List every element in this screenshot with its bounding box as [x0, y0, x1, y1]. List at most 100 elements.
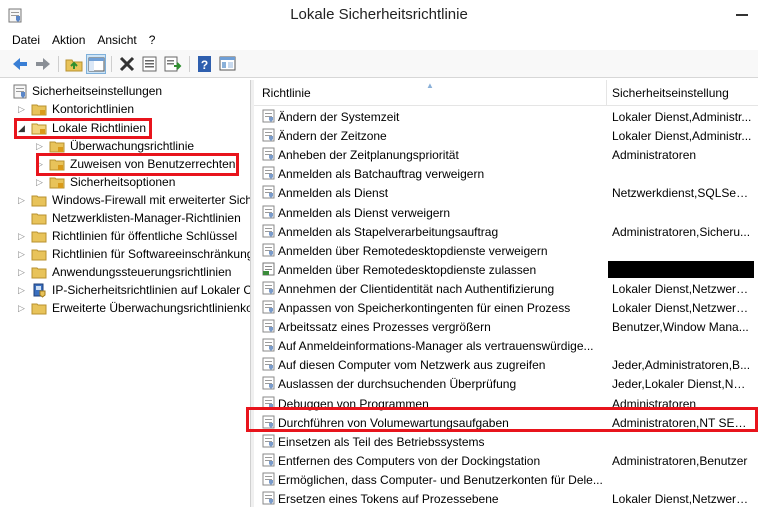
- minimize-icon[interactable]: [727, 4, 755, 24]
- policy-row[interactable]: Auf Anmeldeinformations-Manager als vert…: [254, 336, 758, 355]
- policy-name: Debuggen von Programmen: [278, 397, 429, 411]
- policy-row[interactable]: Anheben der Zeitplanungspriorität Adminis…: [254, 145, 758, 164]
- tree-item-ip-sicherheit[interactable]: ▷ IP-Sicherheitsrichtlinien auf Lokaler …: [0, 281, 250, 299]
- folder-icon: [31, 246, 47, 262]
- policy-name: Ersetzen eines Tokens auf Prozessebene: [278, 492, 499, 506]
- folder-open-lock-icon: [31, 120, 47, 136]
- policy-row[interactable]: Anpassen von Speicherkontingenten für ei…: [254, 298, 758, 317]
- policy-row[interactable]: Entfernen des Computers von der Dockings…: [254, 451, 758, 470]
- policy-row[interactable]: Anmelden über Remotedesktopdienste zulas…: [254, 260, 758, 279]
- tree-item-lokale-richtlinien[interactable]: ◢ Lokale Richtlinien: [0, 119, 250, 137]
- policy-name: Anmelden als Stapelverarbeitungsauftrag: [278, 225, 499, 239]
- tree-item-label: Richtlinien für öffentliche Schlüssel: [52, 229, 238, 243]
- column-header-sicherheitseinstellung[interactable]: Sicherheitseinstellung: [612, 86, 729, 100]
- policy-row[interactable]: Auf diesen Computer vom Netzwerk aus zug…: [254, 355, 758, 374]
- policy-setting: Administratoren,Sicheru...: [612, 225, 751, 239]
- title-bar: Lokale Sicherheitsrichtlinie: [0, 0, 758, 30]
- policy-icon: [262, 472, 276, 486]
- back-arrow-icon[interactable]: [10, 54, 30, 74]
- tree-item-ueberwachungsrichtlinie[interactable]: ▷ Überwachungsrichtlinie: [0, 137, 250, 155]
- menu-ansicht[interactable]: Ansicht: [91, 30, 142, 50]
- policy-name: Auf diesen Computer vom Netzwerk aus zug…: [278, 358, 546, 372]
- show-hide-tree-icon[interactable]: [86, 54, 106, 74]
- policy-setting: Lokaler Dienst,Netzwerk...: [612, 301, 752, 315]
- column-divider[interactable]: [606, 80, 607, 106]
- tree-item-label: Kontorichtlinien: [52, 102, 135, 116]
- tree-pane: Sicherheitseinstellungen ▷ Kontorichtlin…: [0, 80, 251, 507]
- expand-arrow-icon[interactable]: ▷: [36, 141, 45, 151]
- policy-icon: [262, 166, 276, 180]
- forward-arrow-icon[interactable]: [33, 54, 53, 74]
- tree-item-kontorichtlinien[interactable]: ▷ Kontorichtlinien: [0, 100, 250, 118]
- policy-name: Auslassen der durchsuchenden Überprüfung: [278, 377, 517, 391]
- expand-arrow-icon[interactable]: ▷: [18, 195, 27, 205]
- expand-arrow-icon[interactable]: ▷: [36, 177, 45, 187]
- expand-arrow-icon[interactable]: ▷: [18, 285, 27, 295]
- tree-item-windows-firewall[interactable]: ▷ Windows-Firewall mit erweiterter Sich: [0, 191, 250, 209]
- folder-icon: [31, 300, 47, 316]
- folder-icon: [31, 192, 47, 208]
- collapse-arrow-icon[interactable]: ◢: [18, 123, 27, 133]
- properties-icon[interactable]: [140, 54, 160, 74]
- expand-arrow-icon[interactable]: ▷: [18, 104, 27, 114]
- up-folder-icon[interactable]: [64, 54, 84, 74]
- expand-arrow-icon[interactable]: ▷: [36, 159, 45, 169]
- policy-setting: Benutzer,Window Mana...: [612, 320, 749, 334]
- policy-row[interactable]: Anmelden als Dienst verweigern: [254, 203, 758, 222]
- tree-item-zuweisen-von-benutzerrechten[interactable]: ▷ Zuweisen von Benutzerrechten: [0, 155, 250, 173]
- policy-row[interactable]: Annehmen der Clientidentität nach Authen…: [254, 279, 758, 298]
- expand-arrow-icon[interactable]: ▷: [18, 249, 27, 259]
- tree-item-sicherheitsoptionen[interactable]: ▷ Sicherheitsoptionen: [0, 173, 250, 191]
- folder-icon: [31, 210, 47, 226]
- expand-arrow-icon[interactable]: ▷: [18, 231, 27, 241]
- policy-row[interactable]: Ermöglichen, dass Computer- und Benutzer…: [254, 470, 758, 489]
- tree-item-netzwerklisten-manager[interactable]: Netzwerklisten-Manager-Richtlinien: [0, 209, 250, 227]
- tree-root[interactable]: Sicherheitseinstellungen: [0, 82, 250, 100]
- svg-text:?: ?: [201, 58, 208, 72]
- tree-item-erweiterte-ueberwachung[interactable]: ▷ Erweiterte Überwachungsrichtlinienko: [0, 299, 251, 317]
- menu-aktion[interactable]: Aktion: [46, 30, 91, 50]
- expand-arrow-icon[interactable]: ▷: [18, 267, 27, 277]
- help-icon[interactable]: ?: [195, 54, 215, 74]
- policy-row[interactable]: Anmelden als Dienst Netzwerkdienst,SQLSer…: [254, 183, 758, 202]
- expand-arrow-icon[interactable]: ▷: [18, 303, 27, 313]
- menu-help[interactable]: ?: [143, 30, 162, 50]
- export-list-icon[interactable]: [163, 54, 183, 74]
- policy-icon: [262, 109, 276, 123]
- column-header-richtlinie[interactable]: Richtlinie: [262, 86, 311, 100]
- policy-icon: [262, 281, 276, 295]
- policy-row[interactable]: Arbeitssatz eines Prozesses vergrößern Be…: [254, 317, 758, 336]
- console-icon[interactable]: [218, 54, 238, 74]
- tree-item-softwareeinschraenkung[interactable]: ▷ Richtlinien für Softwareeinschränkung: [0, 245, 251, 263]
- tree-item-anwendungssteuerung[interactable]: ▷ Anwendungssteuerungsrichtlinien: [0, 263, 250, 281]
- policy-row[interactable]: Ändern der Zeitzone Lokaler Dienst,Admini…: [254, 126, 758, 145]
- folder-lock-icon: [31, 101, 47, 117]
- policy-row[interactable]: Anmelden als Batchauftrag verweigern: [254, 164, 758, 183]
- policy-name: Anmelden über Remotedesktopdienste verwe…: [278, 244, 548, 258]
- policy-icon: [262, 147, 276, 161]
- tree-item-label: Anwendungssteuerungsrichtlinien: [52, 265, 232, 279]
- policy-row[interactable]: Einsetzen als Teil des Betriebssystems: [254, 432, 758, 451]
- policy-row[interactable]: Debuggen von Programmen Administratoren: [254, 394, 758, 413]
- policy-row[interactable]: Ersetzen eines Tokens auf Prozessebene Lo…: [254, 489, 758, 507]
- menu-datei[interactable]: Datei: [6, 30, 46, 50]
- delete-icon[interactable]: [117, 54, 137, 74]
- tree-item-oeffentliche-schluessel[interactable]: ▷ Richtlinien für öffentliche Schlüssel: [0, 227, 250, 245]
- policy-row[interactable]: Ändern der Systemzeit Lokaler Dienst,Admi…: [254, 107, 758, 126]
- folder-lock-icon: [49, 138, 65, 154]
- policy-icon: [262, 491, 276, 505]
- policy-setting: Administratoren: [612, 148, 697, 162]
- toolbar-separator: [58, 56, 59, 72]
- policy-name: Auf Anmeldeinformations-Manager als vert…: [278, 339, 594, 353]
- policy-setting: Administratoren: [612, 397, 697, 411]
- tree-item-label: Erweiterte Überwachungsrichtlinienko: [52, 301, 251, 315]
- policy-row[interactable]: Anmelden über Remotedesktopdienste verwe…: [254, 241, 758, 260]
- list-pane: ▲ Richtlinie Sicherheitseinstellung Ände…: [254, 80, 758, 507]
- policy-row[interactable]: Durchführen von Volumewartungsaufgaben Ad…: [254, 413, 758, 432]
- policy-name: Anmelden als Batchauftrag verweigern: [278, 167, 485, 181]
- tree-item-label: Lokale Richtlinien: [52, 121, 147, 135]
- policy-row[interactable]: Anmelden als Stapelverarbeitungsauftrag A…: [254, 222, 758, 241]
- toolbar: ?: [0, 50, 758, 78]
- tree-item-label: Richtlinien für Softwareeinschränkung: [52, 247, 251, 261]
- policy-row[interactable]: Auslassen der durchsuchenden Überprüfung…: [254, 374, 758, 393]
